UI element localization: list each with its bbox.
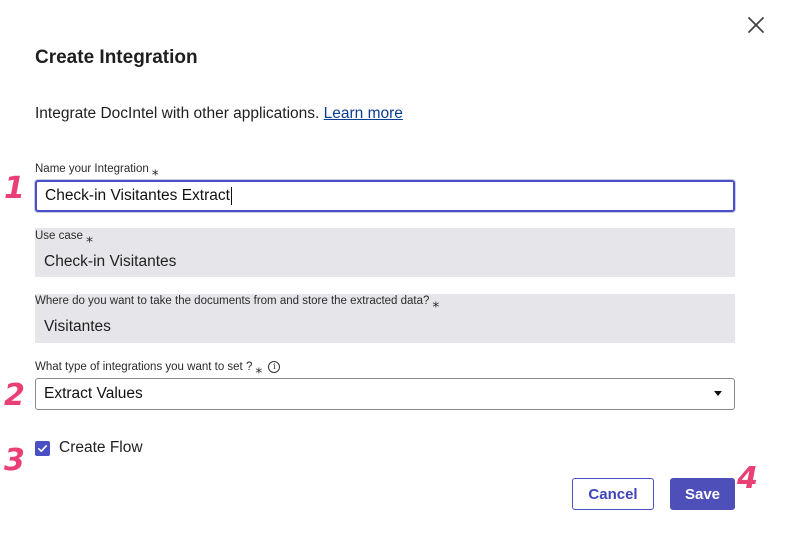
use-case-label: Use case ⁎: [35, 229, 93, 245]
intro-description: Integrate DocIntel with other applicatio…: [35, 105, 324, 122]
use-case-label-text: Use case: [35, 230, 83, 242]
cancel-button[interactable]: Cancel: [572, 478, 654, 510]
integration-type-selected: Extract Values: [44, 385, 143, 402]
step-marker-3: 3: [4, 443, 25, 478]
storage-label: Where do you want to take the documents …: [35, 294, 440, 310]
info-icon[interactable]: i: [268, 361, 281, 373]
step-marker-2: 2: [4, 378, 25, 413]
step-marker-4: 4: [737, 461, 758, 496]
storage-label-text: Where do you want to take the documents …: [35, 295, 430, 307]
integration-name-value: Check-in Visitantes Extract: [45, 187, 230, 204]
close-icon: [748, 17, 764, 33]
text-caret: [230, 187, 232, 205]
checkmark-icon: [37, 444, 48, 452]
use-case-field: Check-in Visitantes: [35, 228, 735, 277]
create-flow-option[interactable]: Create Flow: [35, 439, 143, 457]
dropdown-arrow-icon: [714, 391, 722, 396]
create-flow-label: Create Flow: [59, 439, 143, 456]
integration-type-label: What type of integrations you want to se…: [35, 360, 281, 376]
name-label-text: Name your Integration: [35, 163, 149, 175]
step-marker-1: 1: [4, 171, 25, 206]
integration-type-select[interactable]: Extract Values: [35, 378, 735, 410]
integration-type-label-text: What type of integrations you want to se…: [35, 361, 253, 373]
dialog-title: Create Integration: [35, 47, 198, 68]
required-asterisk-icon: ⁎: [255, 360, 263, 376]
create-integration-dialog: Create Integration Integrate DocIntel wi…: [0, 0, 789, 541]
create-flow-checkbox[interactable]: [35, 440, 50, 456]
save-button[interactable]: Save: [670, 478, 735, 510]
intro-text: Integrate DocIntel with other applicatio…: [35, 105, 403, 123]
integration-name-input[interactable]: Check-in Visitantes Extract: [35, 180, 735, 212]
close-button[interactable]: [743, 12, 769, 38]
required-asterisk-icon: ⁎: [85, 229, 93, 245]
required-asterisk-icon: ⁎: [432, 294, 440, 310]
use-case-value: Check-in Visitantes: [44, 253, 177, 270]
required-asterisk-icon: ⁎: [151, 162, 159, 178]
storage-value: Visitantes: [44, 318, 111, 335]
name-field-label: Name your Integration ⁎: [35, 162, 159, 178]
learn-more-link[interactable]: Learn more: [324, 105, 403, 122]
